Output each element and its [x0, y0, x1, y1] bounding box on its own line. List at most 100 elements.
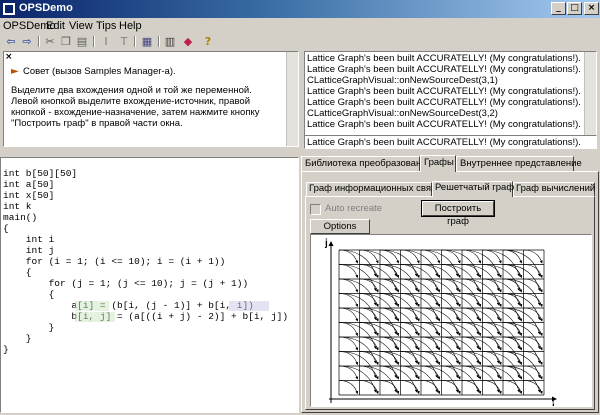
source-highlight	[75, 301, 109, 311]
dependency-arc	[420, 380, 441, 395]
dependency-arc	[338, 336, 359, 351]
menu-tips[interactable]: Tips	[96, 20, 116, 32]
log-line: CLatticeGraphVisual::onNewSourceDest(3,2…	[307, 108, 498, 119]
cursor-icon[interactable]: I	[99, 35, 113, 48]
dependency-arc	[338, 365, 359, 380]
toolbar: ⇦ ⇨ ✂ ❐ ▤ I T ▦ ▥ ◆ ?	[0, 35, 600, 48]
code-line: }	[3, 344, 9, 355]
code-line: int k	[3, 201, 32, 212]
log-scrollbar[interactable]	[584, 52, 596, 144]
code-line: int b[50][50]	[3, 168, 78, 179]
list-icon[interactable]: ▥	[163, 35, 177, 48]
back-arrow-icon[interactable]: ⇦	[4, 35, 18, 48]
cut-icon[interactable]: ✂	[43, 35, 57, 48]
minimize-button[interactable]: _	[551, 2, 566, 15]
auto-recreate-checkbox[interactable]	[310, 204, 321, 215]
help-icon[interactable]: ?	[201, 35, 215, 48]
code-line: {	[3, 223, 9, 234]
code-line-source: a[i] = (b[i, (j - 1)] + b[i, i])	[3, 300, 254, 311]
log-line: Lattice Graph's been built ACCURATELLY! …	[307, 64, 581, 75]
y-axis-label: j	[324, 238, 328, 249]
dependency-arc	[338, 264, 359, 279]
code-line: }	[3, 322, 55, 333]
auto-recreate-label: Auto recreate	[325, 203, 383, 214]
x-axis-label: i	[552, 401, 555, 406]
tab-info-graph[interactable]: Граф информационных связей	[306, 182, 446, 196]
toolbar-separator	[134, 36, 136, 47]
code-line-dest: b[i, j] = (a[((i + j) - 2)] + b[i, j])	[3, 311, 289, 322]
tip-body: ► Совет (вызов Samples Manager-а). Выдел…	[11, 66, 275, 129]
tab-transform-library[interactable]: Библиотека преобразований	[301, 156, 432, 171]
arrow-icon: ►	[11, 66, 19, 77]
tab-lattice-graph[interactable]: Решетчатый граф	[432, 181, 514, 197]
close-button[interactable]: ×	[584, 2, 599, 15]
tip-text: Выделите два вхождения одной и той же пе…	[11, 85, 260, 129]
tip-title: ► Совет (вызов Samples Manager-а).	[11, 66, 275, 77]
dependency-arc	[338, 249, 359, 264]
tab-internal-representation[interactable]: Внутреннее представление	[456, 156, 582, 171]
source-highlight-2	[229, 301, 269, 311]
build-graph-button[interactable]: Построить граф	[421, 200, 495, 227]
window-title: OPSDemo	[19, 2, 73, 14]
lattice-graph-canvas[interactable]: ji	[310, 234, 592, 412]
dependency-arc	[338, 322, 359, 337]
lattice-tab-page: Auto recreate Построить граф Options ji	[305, 196, 595, 412]
toolbar-separator	[38, 36, 40, 47]
dest-highlight	[75, 312, 115, 322]
code-line: main()	[3, 212, 38, 223]
dependency-arc	[338, 351, 359, 366]
forward-arrow-icon[interactable]: ⇨	[20, 35, 34, 48]
app-icon	[3, 3, 15, 15]
dependency-arc	[502, 380, 523, 395]
log-line: Lattice Graph's been built ACCURATELLY! …	[307, 119, 581, 130]
code-line: int x[50]	[3, 190, 55, 201]
dependency-arc	[338, 278, 359, 293]
code-editor[interactable]: int b[50][50] int a[50] int x[50] int k …	[0, 157, 299, 413]
menu-help[interactable]: Help	[119, 20, 142, 32]
lattice-graph: ji	[324, 238, 557, 412]
dependency-arc	[461, 380, 482, 395]
tip-title-text: Совет (вызов Samples Manager-а).	[23, 66, 176, 77]
tip-scrollbar[interactable]	[286, 52, 298, 146]
log-line: Lattice Graph's been built ACCURATELLY! …	[307, 86, 581, 97]
dependency-arc	[338, 307, 359, 322]
log-line: CLatticeGraphVisual::onNewSourceDest(3,1…	[307, 75, 498, 86]
dependency-arc	[359, 380, 379, 395]
copy-icon[interactable]: ❐	[59, 35, 73, 48]
dependency-arc	[338, 380, 359, 395]
code-line: int i	[3, 234, 55, 245]
tab-graphs[interactable]: Графы	[420, 155, 456, 172]
dependency-arc	[523, 380, 543, 395]
tab-compute-graph[interactable]: Граф вычислений	[513, 182, 595, 196]
dependency-arc	[400, 380, 420, 395]
log-line: Lattice Graph's been built ACCURATELLY! …	[307, 97, 581, 108]
code-line: }	[3, 333, 32, 344]
code-line: int j	[3, 245, 55, 256]
graphs-tab-page: Граф информационных связей Решетчатый гр…	[301, 171, 599, 413]
dependency-arc	[441, 380, 461, 395]
log-panel: Lattice Graph's been built ACCURATELLY! …	[304, 51, 597, 145]
close-icon[interactable]: ×	[5, 52, 13, 62]
tip-panel: × ► Совет (вызов Samples Manager-а). Выд…	[3, 51, 299, 147]
toolbar-separator	[158, 36, 160, 47]
toolbar-separator	[93, 36, 95, 47]
code-line: for (i = 1; (i <= 10); i = (i + 1))	[3, 256, 226, 267]
log-line: Lattice Graph's been built ACCURATELLY! …	[307, 53, 581, 64]
log-input-text: Lattice Graph's been built ACCURATELLY! …	[307, 137, 581, 148]
grid-icon[interactable]: ▦	[140, 35, 154, 48]
menu-edit[interactable]: Edit	[46, 20, 65, 32]
code-line: {	[3, 267, 32, 278]
options-button[interactable]: Options	[310, 219, 370, 234]
maximize-button[interactable]: □	[567, 2, 582, 15]
log-input[interactable]: Lattice Graph's been built ACCURATELLY! …	[304, 135, 597, 149]
dependency-arc	[338, 293, 359, 308]
code-line: {	[3, 289, 55, 300]
code-line: int a[50]	[3, 179, 55, 190]
paste-icon[interactable]: ▤	[75, 35, 89, 48]
title-bar: OPSDemo _ □ ×	[0, 0, 600, 18]
code-line: for (j = 1; (j <= 10); j = (j + 1))	[3, 278, 249, 289]
menu-view[interactable]: View	[69, 20, 93, 32]
book-icon[interactable]: ◆	[181, 35, 195, 48]
text-icon[interactable]: T	[117, 35, 131, 48]
dependency-arc	[379, 380, 400, 395]
